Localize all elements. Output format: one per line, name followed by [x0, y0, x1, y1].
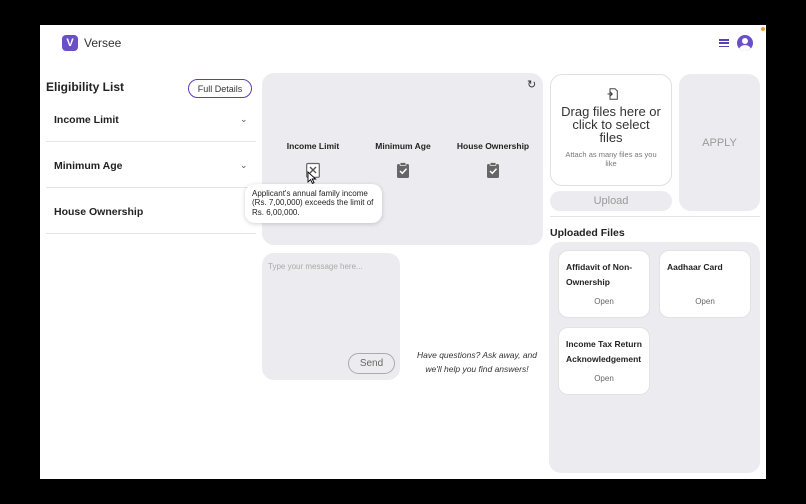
criterion-minimum-age: Minimum Age: [358, 141, 448, 183]
file-name: Aadhaar Card: [667, 262, 723, 272]
send-button[interactable]: Send: [348, 353, 395, 374]
upload-button[interactable]: Upload: [550, 191, 672, 211]
eligibility-list-title: Eligibility List: [46, 80, 125, 94]
file-name: Affidavit of Non-Ownership: [566, 262, 633, 287]
file-name: Income Tax Return Acknowledgement: [566, 339, 642, 364]
user-avatar-icon[interactable]: [737, 35, 753, 51]
clipboard-check-icon: [397, 162, 409, 178]
file-card-affidavit[interactable]: Affidavit of Non-Ownership Open: [558, 250, 650, 318]
chat-message-input[interactable]: [268, 259, 392, 273]
eligibility-item-house-ownership[interactable]: House Ownership: [46, 188, 256, 234]
uploaded-files-panel: Affidavit of Non-Ownership Open Aadhaar …: [549, 242, 760, 473]
file-card-aadhaar[interactable]: Aadhaar Card Open: [659, 250, 751, 318]
mouse-cursor-icon: [307, 171, 317, 184]
chat-help-line: we'll help you find answers!: [425, 364, 529, 374]
drop-zone-title: Drag files here or click to select files: [561, 104, 661, 145]
chevron-down-icon[interactable]: ⌄: [240, 160, 248, 171]
uploaded-files-title: Uploaded Files: [550, 227, 625, 239]
eligibility-item-label: Income Limit: [54, 114, 119, 126]
file-card-income-tax-return[interactable]: Income Tax Return Acknowledgement Open: [558, 327, 650, 395]
eligibility-item-label: Minimum Age: [54, 160, 123, 172]
hamburger-menu-icon[interactable]: [719, 39, 729, 47]
eligibility-item-income-limit[interactable]: Income Limit ⌄: [46, 96, 256, 142]
income-limit-tooltip: Applicant's annual family income (Rs. 7,…: [245, 184, 382, 223]
chat-help-text: Have questions? Ask away, and we'll help…: [408, 348, 546, 376]
open-file-link[interactable]: Open: [660, 297, 750, 306]
open-file-link[interactable]: Open: [559, 297, 649, 306]
apply-button[interactable]: APPLY: [679, 74, 760, 211]
section-divider: [550, 216, 760, 217]
file-upload-icon: [607, 88, 618, 100]
chat-help-line: Have questions? Ask away, and: [416, 350, 537, 360]
criterion-label: Minimum Age: [375, 141, 431, 151]
criterion-label: House Ownership: [456, 141, 530, 151]
chevron-down-icon[interactable]: ⌄: [240, 114, 248, 125]
app-logo[interactable]: V Versee: [62, 35, 121, 51]
clipboard-check-icon: [487, 162, 499, 178]
refresh-icon[interactable]: ↻: [527, 78, 536, 91]
app-window: V Versee Eligibility List Full Details I…: [40, 25, 766, 479]
eligibility-item-minimum-age[interactable]: Minimum Age ⌄: [46, 142, 256, 188]
criterion-house-ownership: House Ownership: [448, 141, 538, 183]
versee-logo-icon: V: [62, 35, 78, 51]
chat-box: Send: [262, 253, 400, 380]
file-drop-zone[interactable]: Drag files here or click to select files…: [550, 74, 672, 186]
criterion-label: Income Limit: [286, 141, 340, 151]
eligibility-item-label: House Ownership: [54, 206, 144, 218]
open-file-link[interactable]: Open: [559, 374, 649, 383]
window-indicator-dot: [761, 27, 765, 31]
drop-zone-subtitle: Attach as many files as you like: [565, 150, 657, 168]
app-name: Versee: [84, 36, 122, 50]
